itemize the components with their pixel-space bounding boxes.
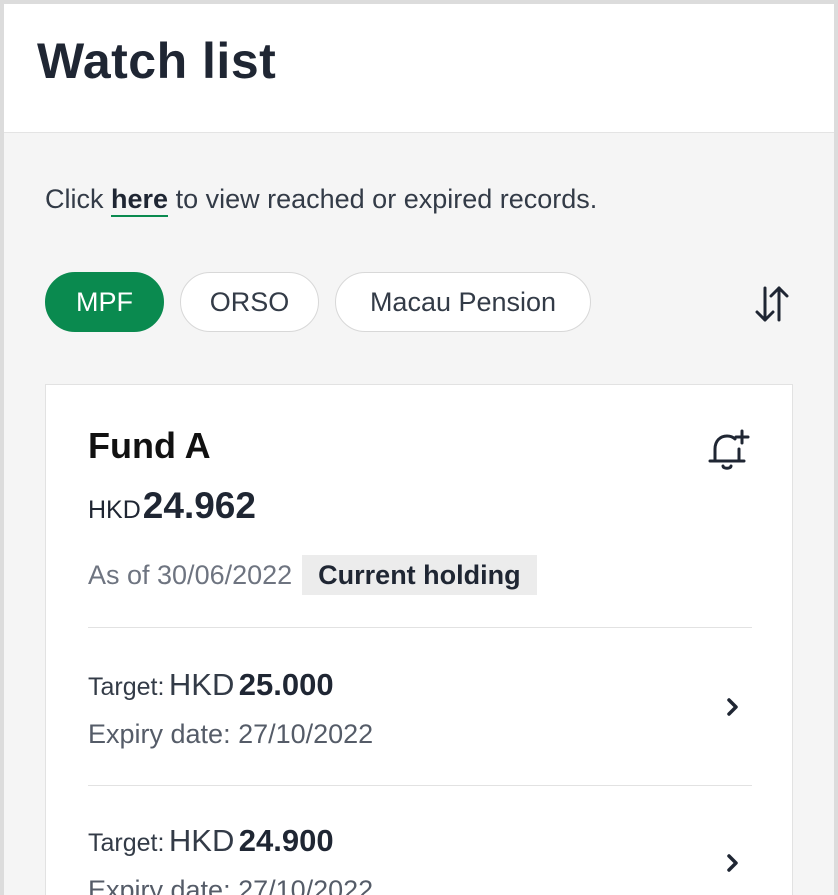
sort-button[interactable] [752, 282, 792, 326]
filter-chip-mpf[interactable]: MPF [45, 272, 164, 332]
as-of-date: As of 30/06/2022 [88, 559, 293, 590]
chevron-right-icon [727, 854, 738, 872]
expiry-date: Expiry date: 27/10/2022 [88, 719, 374, 749]
target-line: Target: HKD 25.000 [88, 667, 334, 703]
expiry-date: Expiry date: 27/10/2022 [88, 875, 374, 895]
header: Watch list [4, 4, 834, 133]
fund-name: Fund A [88, 425, 211, 466]
target-row[interactable]: Target: HKD 25.000 Expiry date: 27/10/20… [88, 667, 752, 777]
filter-chip-orso[interactable]: ORSO [180, 272, 319, 332]
price-currency: HKD [88, 496, 141, 524]
divider [88, 627, 752, 628]
fund-card: Fund A HKD24.962 As of 30/06/2022 Curren… [45, 384, 793, 895]
target-label: Target: [88, 673, 165, 701]
add-alert-button[interactable] [706, 427, 752, 473]
sort-arrows-icon [755, 286, 789, 322]
chevron-right-icon [727, 698, 738, 716]
info-text: Click here to view reached or expired re… [45, 184, 598, 217]
target-currency: HKD [168, 823, 235, 858]
info-suffix: to view reached or expired records. [175, 184, 598, 214]
target-value: 24.900 [238, 823, 334, 858]
status-badge: Current holding [302, 555, 537, 595]
page-title: Watch list [37, 33, 277, 89]
bell-plus-icon [708, 429, 750, 470]
target-row[interactable]: Target: HKD 24.900 Expiry date: 27/10/20… [88, 823, 752, 895]
here-link[interactable]: here [111, 184, 169, 217]
as-of-row: As of 30/06/2022 Current holding [88, 555, 537, 595]
price-value: 24.962 [142, 485, 256, 526]
price-row: HKD24.962 [88, 485, 256, 527]
app-frame: Watch list Click here to view reached or… [4, 4, 834, 895]
target-line: Target: HKD 24.900 [88, 823, 334, 859]
target-value: 25.000 [238, 667, 334, 702]
target-label: Target: [88, 829, 165, 857]
target-currency: HKD [168, 667, 235, 702]
divider [88, 785, 752, 786]
filter-chip-macau-pension[interactable]: Macau Pension [335, 272, 591, 332]
info-prefix: Click [45, 184, 104, 214]
